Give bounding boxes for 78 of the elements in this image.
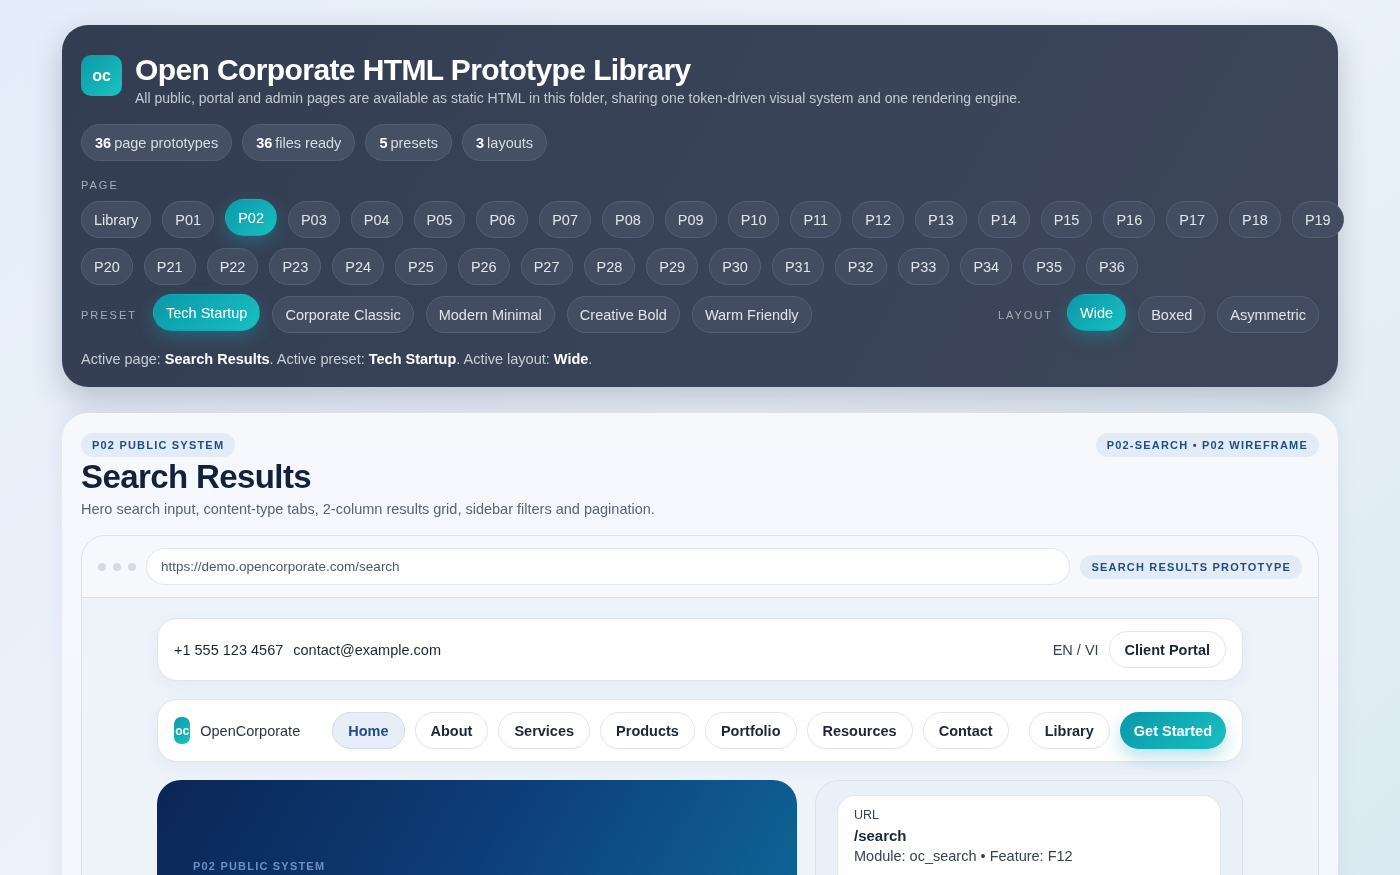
layout-chip[interactable]: Asymmetric (1217, 296, 1319, 333)
page-chip[interactable]: P11 (790, 201, 842, 238)
page-chip[interactable]: P06 (476, 201, 529, 238)
nav-link[interactable]: About (414, 712, 489, 749)
page-chip[interactable]: P08 (602, 201, 654, 238)
nav-link[interactable]: Contact (922, 712, 1009, 749)
section-badge: P02 PUBLIC SYSTEM (81, 433, 236, 457)
section-label: LAYOUT (997, 308, 1054, 321)
address-bar[interactable]: https://demo.opencorporate.com/search (146, 548, 1071, 585)
nav-link[interactable]: Products (600, 712, 695, 749)
brand-name: OpenCorporate (200, 722, 301, 739)
page-chip[interactable]: P35 (1023, 248, 1075, 285)
section-label: PAGE (81, 179, 119, 191)
client-portal-button[interactable]: Client Portal (1108, 631, 1226, 668)
page-chip[interactable]: P12 (852, 201, 904, 238)
page-chip[interactable]: P21 (143, 248, 196, 285)
page-chip[interactable]: P33 (897, 248, 950, 285)
language-text: EN / VI (1052, 641, 1099, 658)
page-chip[interactable]: P30 (709, 248, 761, 285)
page-chip[interactable]: P03 (287, 201, 340, 238)
page-chip[interactable]: P25 (395, 248, 447, 285)
page-chip[interactable]: P16 (1103, 201, 1156, 238)
preset-chip[interactable]: Modern Minimal (425, 296, 555, 333)
page-chip[interactable]: P17 (1166, 201, 1219, 238)
email-text: contact@example.com (293, 641, 441, 658)
page-chip[interactable]: P19 (1291, 201, 1344, 238)
nav-link[interactable]: Portfolio (704, 712, 797, 749)
logo-badge: oc (81, 55, 122, 96)
hero-eyebrow: P02 PUBLIC SYSTEM (193, 860, 327, 872)
library-subtitle: All public, portal and admin pages are available as static HTML in this folder, sharing one token-driven visual system and one rendering engine. (135, 90, 1021, 106)
page-chip[interactable]: P31 (771, 248, 824, 285)
phone-text: +1 555 123 4567 (174, 641, 284, 658)
library-button[interactable]: Library (1028, 712, 1110, 749)
brand-logo: oc (174, 717, 191, 744)
page-chip[interactable]: P27 (520, 248, 573, 285)
page-chip[interactable]: P18 (1229, 201, 1281, 238)
active-status: Active page: Search Results. Active preset: Tech Startup. Active layout: Wide. (81, 351, 594, 367)
page-chip[interactable]: P26 (457, 248, 510, 285)
page-chip[interactable]: P36 (1086, 248, 1138, 285)
page-chip[interactable]: P28 (583, 248, 636, 285)
stat-chip: 36 files ready (242, 124, 356, 161)
prototype-badge: SEARCH RESULTS PROTOTYPE (1080, 554, 1302, 579)
nav-link[interactable]: Resources (806, 712, 913, 749)
page-chip[interactable]: P09 (664, 201, 717, 238)
page-description: Hero search input, content-type tabs, 2-column results grid, sidebar filters and pagination. (81, 501, 656, 517)
page-chip[interactable]: P14 (977, 201, 1030, 238)
page-chip[interactable]: P07 (539, 201, 591, 238)
window-dots-icon (98, 562, 136, 571)
page-chip[interactable]: P23 (269, 248, 322, 285)
stat-chip: 3 layouts (462, 124, 548, 161)
page-chip[interactable]: P13 (915, 201, 967, 238)
page-chip[interactable]: P34 (960, 248, 1013, 285)
page-tag: P02-SEARCH • P02 WIREFRAME (1095, 433, 1319, 457)
nav-link[interactable]: Services (498, 712, 591, 749)
info-label: URL (854, 808, 880, 822)
preset-chip[interactable]: Creative Bold (566, 296, 680, 333)
page-chip[interactable]: P04 (350, 201, 403, 238)
layout-chip[interactable]: Boxed (1138, 296, 1206, 333)
page-chip[interactable]: Library (81, 201, 152, 238)
library-title: Open Corporate HTML Prototype Library (135, 53, 692, 87)
stat-chip: 5 presets (365, 124, 452, 161)
page-chip[interactable]: P20 (81, 248, 133, 285)
page-chip[interactable]: P24 (332, 248, 385, 285)
nav-link[interactable]: Home (332, 712, 405, 749)
page-chip[interactable]: P22 (206, 248, 259, 285)
section-label: PRESET (81, 308, 137, 321)
preset-chip[interactable]: Corporate Classic (272, 296, 414, 333)
info-path: /search (854, 827, 908, 844)
page-chip[interactable]: P05 (413, 201, 466, 238)
page-chip[interactable]: P01 (162, 201, 215, 238)
page-chip[interactable]: P29 (646, 248, 699, 285)
page-chip[interactable]: P10 (727, 201, 780, 238)
page-chip[interactable]: P32 (834, 248, 887, 285)
preset-chip[interactable]: Warm Friendly (691, 296, 812, 333)
info-meta: Module: oc_search • Feature: F12 (854, 848, 1074, 864)
page-chip[interactable]: P15 (1040, 201, 1093, 238)
page-title: Search Results (81, 459, 313, 495)
stat-chip: 36 page prototypes (81, 124, 233, 161)
